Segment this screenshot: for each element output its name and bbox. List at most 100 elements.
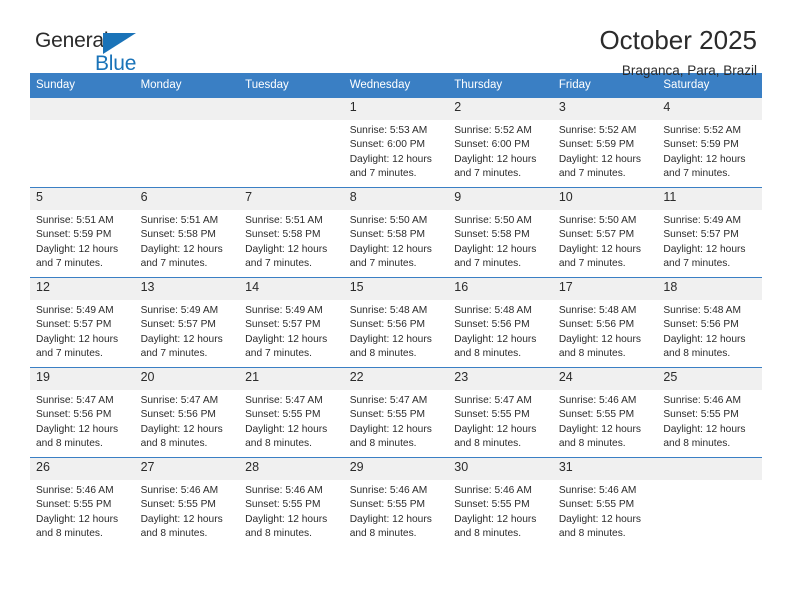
sunset-time: Sunset: 5:58 PM <box>349 229 426 241</box>
sunrise-time: Sunrise: 5:46 AM <box>245 485 323 496</box>
sunset-time: Sunset: 5:56 PM <box>454 319 530 331</box>
sunset-time: Sunset: 5:55 PM <box>140 499 216 511</box>
daylight-duration-line2: and 8 minutes. <box>36 528 103 540</box>
calendar-day-cell[interactable]: 25 Sunrise: 5:46 AM Sunset: 5:55 PM Dayligh… <box>657 367 762 458</box>
sunset-time: Sunset: 5:55 PM <box>349 409 426 421</box>
calendar-day-cell[interactable]: 29 Sunrise: 5:46 AM Sunset: 5:55 PM Dayligh… <box>343 457 449 547</box>
calendar-day-cell[interactable]: 23 Sunrise: 5:47 AM Sunset: 5:55 PM Dayligh… <box>448 367 553 458</box>
calendar-day-cell[interactable]: 15 Sunrise: 5:48 AM Sunset: 5:56 PM Dayligh… <box>343 277 449 368</box>
day-details: Sunrise: 5:46 AM Sunset: 5:55 PM Daylight:… <box>344 480 449 542</box>
calendar-week-row: 26 Sunrise: 5:46 AM Sunset: 5:55 PM Dayligh… <box>30 457 762 547</box>
day-details: Sunrise: 5:48 AM Sunset: 5:56 PM Daylight:… <box>553 300 658 362</box>
sunset-time: Sunset: 5:55 PM <box>663 409 739 421</box>
daylight-duration-line2: and 8 minutes. <box>558 528 626 540</box>
daylight-duration-line1: Daylight: 12 hours <box>36 423 119 435</box>
calendar-day-cell[interactable]: 11 Sunrise: 5:49 AM Sunset: 5:57 PM Dayligh… <box>657 187 762 278</box>
day-details: Sunrise: 5:47 AM Sunset: 5:55 PM Daylight:… <box>239 390 344 452</box>
sunset-time: Sunset: 5:56 PM <box>36 409 112 421</box>
day-details: Sunrise: 5:49 AM Sunset: 5:57 PM Daylight:… <box>30 300 135 362</box>
daylight-duration-line1: Daylight: 12 hours <box>245 243 328 255</box>
daylight-duration-line2: and 7 minutes. <box>36 258 103 270</box>
daylight-duration-line2: and 8 minutes. <box>245 438 312 450</box>
daylight-duration-line1: Daylight: 12 hours <box>454 153 537 165</box>
calendar-day-cell[interactable]: 6 Sunrise: 5:51 AM Sunset: 5:58 PM Daylight… <box>134 187 240 278</box>
calendar-day-cell[interactable]: 12 Sunrise: 5:49 AM Sunset: 5:57 PM Dayligh… <box>30 277 135 368</box>
daylight-duration-line2: and 7 minutes. <box>36 348 103 360</box>
calendar-empty-cell <box>657 457 762 547</box>
weekday-header-thursday: Thursday <box>448 73 553 98</box>
sunrise-sunset-calendar: Sunday Monday Tuesday Wednesday Thursday… <box>30 73 762 547</box>
day-details: Sunrise: 5:46 AM Sunset: 5:55 PM Daylight:… <box>135 480 240 542</box>
weekday-header-wednesday: Wednesday <box>343 73 449 98</box>
calendar-day-cell[interactable]: 16 Sunrise: 5:48 AM Sunset: 5:56 PM Dayligh… <box>448 277 553 368</box>
calendar-day-cell[interactable]: 20 Sunrise: 5:47 AM Sunset: 5:56 PM Dayligh… <box>134 367 240 458</box>
day-details: Sunrise: 5:51 AM Sunset: 5:58 PM Daylight:… <box>239 210 344 272</box>
day-number: 22 <box>343 368 449 390</box>
sunset-time: Sunset: 5:57 PM <box>140 319 216 331</box>
sunrise-time: Sunrise: 5:46 AM <box>663 395 741 406</box>
calendar-day-cell[interactable]: 30 Sunrise: 5:46 AM Sunset: 5:55 PM Dayligh… <box>448 457 553 547</box>
calendar-day-cell[interactable]: 22 Sunrise: 5:47 AM Sunset: 5:55 PM Dayligh… <box>343 367 449 458</box>
calendar-day-cell[interactable]: 2 Sunrise: 5:52 AM Sunset: 6:00 PM Daylight… <box>448 98 553 188</box>
day-details: Sunrise: 5:51 AM Sunset: 5:59 PM Daylight:… <box>30 210 135 272</box>
day-details: Sunrise: 5:50 AM Sunset: 5:57 PM Daylight:… <box>553 210 658 272</box>
sunrise-time: Sunrise: 5:46 AM <box>349 485 428 496</box>
general-blue-logo[interactable]: General Blue <box>35 30 136 74</box>
calendar-day-cell[interactable]: 5 Sunrise: 5:51 AM Sunset: 5:59 PM Daylight… <box>30 187 135 278</box>
day-details: Sunrise: 5:52 AM Sunset: 5:59 PM Daylight:… <box>657 120 762 182</box>
sunrise-time: Sunrise: 5:50 AM <box>558 215 637 226</box>
title-block: October 2025 Braganca, Para, Brazil <box>599 25 757 78</box>
day-number: 24 <box>552 368 658 390</box>
calendar-day-cell[interactable]: 27 Sunrise: 5:46 AM Sunset: 5:55 PM Dayligh… <box>134 457 240 547</box>
sunset-time: Sunset: 5:55 PM <box>245 499 321 511</box>
daylight-duration-line2: and 7 minutes. <box>140 258 208 270</box>
sunset-time: Sunset: 5:55 PM <box>349 499 426 511</box>
calendar-day-cell[interactable]: 1 Sunrise: 5:53 AM Sunset: 6:00 PM Daylight… <box>343 98 449 188</box>
calendar-day-cell[interactable]: 24 Sunrise: 5:46 AM Sunset: 5:55 PM Dayligh… <box>552 367 658 458</box>
sunset-time: Sunset: 5:55 PM <box>558 409 635 421</box>
page-header: General Blue October 2025 Braganca, Para… <box>30 0 762 78</box>
day-number: 30 <box>448 458 553 480</box>
day-number: 18 <box>657 278 762 300</box>
calendar-day-cell[interactable]: 17 Sunrise: 5:48 AM Sunset: 5:56 PM Dayligh… <box>552 277 658 368</box>
calendar-day-cell[interactable]: 3 Sunrise: 5:52 AM Sunset: 5:59 PM Daylight… <box>552 98 658 188</box>
daylight-duration-line2: and 8 minutes. <box>558 438 626 450</box>
calendar-day-cell[interactable]: 31 Sunrise: 5:46 AM Sunset: 5:55 PM Dayligh… <box>552 457 658 547</box>
daylight-duration-line1: Daylight: 12 hours <box>349 333 432 345</box>
page-subtitle: Braganca, Para, Brazil <box>621 62 757 78</box>
sunrise-time: Sunrise: 5:48 AM <box>663 305 741 316</box>
calendar-day-cell[interactable]: 18 Sunrise: 5:48 AM Sunset: 5:56 PM Dayligh… <box>657 277 762 368</box>
calendar-day-cell[interactable]: 28 Sunrise: 5:46 AM Sunset: 5:55 PM Dayligh… <box>239 457 344 547</box>
daylight-duration-line1: Daylight: 12 hours <box>558 423 641 435</box>
daylight-duration-line2: and 7 minutes. <box>454 258 522 270</box>
day-details: Sunrise: 5:46 AM Sunset: 5:55 PM Daylight:… <box>30 480 135 542</box>
day-number <box>239 98 344 120</box>
day-details: Sunrise: 5:46 AM Sunset: 5:55 PM Daylight:… <box>239 480 344 542</box>
sunrise-time: Sunrise: 5:47 AM <box>36 395 114 406</box>
day-details: Sunrise: 5:51 AM Sunset: 5:58 PM Daylight:… <box>135 210 240 272</box>
calendar-day-cell[interactable]: 13 Sunrise: 5:49 AM Sunset: 5:57 PM Dayligh… <box>134 277 240 368</box>
sunrise-time: Sunrise: 5:46 AM <box>140 485 219 496</box>
calendar-day-cell[interactable]: 4 Sunrise: 5:52 AM Sunset: 5:59 PM Daylight… <box>657 98 762 188</box>
sunrise-time: Sunrise: 5:48 AM <box>349 305 428 316</box>
sunrise-time: Sunrise: 5:49 AM <box>245 305 323 316</box>
daylight-duration-line2: and 8 minutes. <box>454 348 522 360</box>
daylight-duration-line1: Daylight: 12 hours <box>663 423 746 435</box>
calendar-day-cell[interactable]: 14 Sunrise: 5:49 AM Sunset: 5:57 PM Dayligh… <box>239 277 344 368</box>
sunset-time: Sunset: 5:55 PM <box>36 499 112 511</box>
calendar-day-cell[interactable]: 21 Sunrise: 5:47 AM Sunset: 5:55 PM Dayligh… <box>239 367 344 458</box>
calendar-day-cell[interactable]: 19 Sunrise: 5:47 AM Sunset: 5:56 PM Dayligh… <box>30 367 135 458</box>
daylight-duration-line1: Daylight: 12 hours <box>663 153 746 165</box>
calendar-day-cell[interactable]: 7 Sunrise: 5:51 AM Sunset: 5:58 PM Daylight… <box>239 187 344 278</box>
sunset-time: Sunset: 5:58 PM <box>140 229 216 241</box>
calendar-day-cell[interactable]: 8 Sunrise: 5:50 AM Sunset: 5:58 PM Daylight… <box>343 187 449 278</box>
daylight-duration-line2: and 7 minutes. <box>663 168 731 180</box>
calendar-day-cell[interactable]: 10 Sunrise: 5:50 AM Sunset: 5:57 PM Dayligh… <box>552 187 658 278</box>
daylight-duration-line1: Daylight: 12 hours <box>140 513 223 525</box>
calendar-day-cell[interactable]: 9 Sunrise: 5:50 AM Sunset: 5:58 PM Daylight… <box>448 187 553 278</box>
daylight-duration-line2: and 8 minutes. <box>349 348 417 360</box>
sunset-time: Sunset: 5:56 PM <box>349 319 426 331</box>
day-details: Sunrise: 5:47 AM Sunset: 5:55 PM Daylight:… <box>448 390 553 452</box>
daylight-duration-line1: Daylight: 12 hours <box>558 333 641 345</box>
calendar-day-cell[interactable]: 26 Sunrise: 5:46 AM Sunset: 5:55 PM Dayligh… <box>30 457 135 547</box>
